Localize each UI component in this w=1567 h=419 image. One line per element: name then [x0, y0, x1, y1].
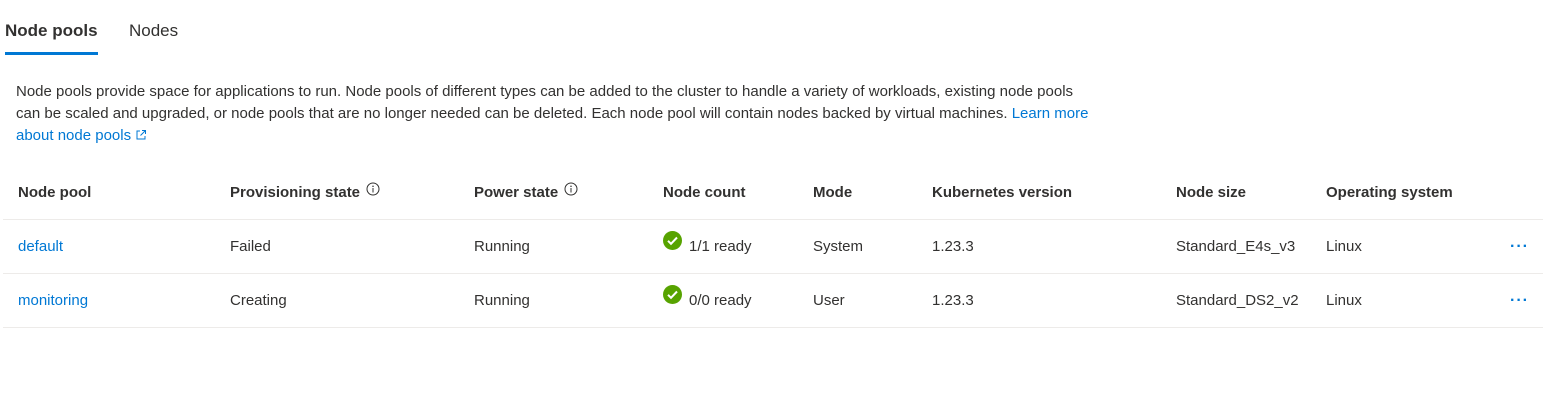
table-row[interactable]: default Failed Running 1/1 ready System …: [3, 220, 1543, 274]
node-count-value: 1/1 ready: [689, 238, 752, 255]
more-actions-button[interactable]: ···: [1510, 220, 1529, 273]
tab-bar: Node pools Nodes: [0, 0, 178, 56]
node-count-cell: 0/0 ready: [663, 274, 752, 327]
operating-system-value: Linux: [1326, 238, 1362, 255]
column-header-operating-system[interactable]: Operating system: [1326, 166, 1453, 219]
more-actions-button[interactable]: ···: [1510, 274, 1529, 327]
column-header-node-pool[interactable]: Node pool: [18, 166, 91, 219]
tab-nodes[interactable]: Nodes: [129, 0, 178, 56]
node-pool-link[interactable]: default: [18, 220, 63, 273]
column-header-power-state[interactable]: Power state: [474, 166, 578, 219]
node-count-value: 0/0 ready: [689, 292, 752, 309]
column-header-mode[interactable]: Mode: [813, 166, 852, 219]
operating-system-value: Linux: [1326, 292, 1362, 309]
power-state-value: Running: [474, 292, 530, 309]
mode-value: System: [813, 238, 864, 255]
check-circle-icon: [663, 219, 682, 272]
table-row[interactable]: monitoring Creating Running 0/0 ready Us…: [3, 274, 1543, 328]
power-state-value: Running: [474, 238, 530, 255]
provisioning-state-value: Failed: [230, 238, 271, 255]
provisioning-state-label: Provisioning state: [230, 184, 361, 201]
node-pools-table: Node pool Provisioning state Power state…: [3, 166, 1543, 328]
node-pools-description: Node pools provide space for application…: [16, 81, 1096, 148]
node-size-value: Standard_E4s_v3: [1176, 238, 1296, 255]
external-link-icon: [135, 126, 147, 148]
check-circle-icon: [663, 273, 682, 326]
table-header-row: Node pool Provisioning state Power state…: [3, 166, 1543, 220]
info-icon[interactable]: [564, 165, 578, 218]
power-state-label: Power state: [474, 184, 559, 201]
column-header-kubernetes-version[interactable]: Kubernetes version: [932, 166, 1072, 219]
provisioning-state-value: Creating: [230, 292, 287, 309]
node-count-cell: 1/1 ready: [663, 220, 752, 273]
kubernetes-version-value: 1.23.3: [932, 238, 974, 255]
column-header-provisioning-state[interactable]: Provisioning state: [230, 166, 380, 219]
node-pool-link[interactable]: monitoring: [18, 274, 88, 327]
column-header-node-count[interactable]: Node count: [663, 166, 746, 219]
description-text: Node pools provide space for application…: [16, 83, 1074, 122]
kubernetes-version-value: 1.23.3: [932, 292, 974, 309]
tab-node-pools[interactable]: Node pools: [5, 0, 98, 56]
node-size-value: Standard_DS2_v2: [1176, 292, 1299, 309]
mode-value: User: [813, 292, 845, 309]
info-icon[interactable]: [366, 165, 380, 218]
column-header-node-size[interactable]: Node size: [1176, 166, 1246, 219]
